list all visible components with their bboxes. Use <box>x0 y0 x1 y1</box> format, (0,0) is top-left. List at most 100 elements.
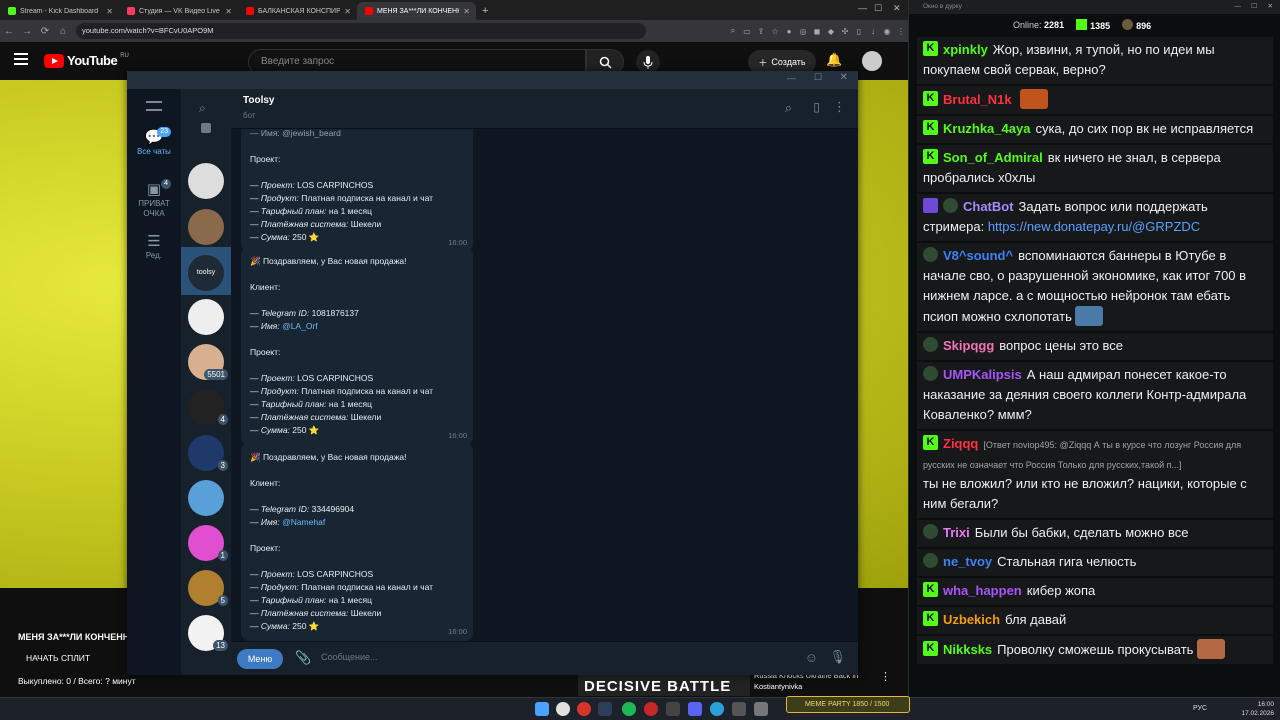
maximize-icon[interactable]: ☐ <box>814 72 822 83</box>
username[interactable]: xpinkly <box>943 42 988 57</box>
username[interactable]: wha_happen <box>943 583 1022 598</box>
new-tab-icon[interactable]: + <box>476 2 494 20</box>
username-link[interactable]: @Namehaf <box>282 517 325 527</box>
extension-icon[interactable]: ◎ <box>796 24 810 38</box>
chat-item-selected[interactable]: toolsy <box>181 247 231 295</box>
home-icon[interactable]: ⌂ <box>54 26 72 37</box>
sidebar-icon[interactable]: ▯ <box>852 24 866 38</box>
chat-message: ne_tvoy Стальная гига челюсть <box>917 549 1273 576</box>
download-icon[interactable]: ↓ <box>866 24 880 38</box>
message-text: ты не вложил? или кто не вложил? нацики,… <box>923 476 1247 511</box>
username[interactable]: Uzbekich <box>943 612 1000 627</box>
folder-0[interactable]: 💬 23 Все чаты <box>127 127 181 157</box>
spotify-icon[interactable] <box>622 702 636 716</box>
subscriber-badge-icon <box>923 366 938 381</box>
username[interactable]: Brutal_N1k <box>943 92 1012 107</box>
forward-icon[interactable]: → <box>18 26 36 37</box>
folder-badge: 23 <box>157 127 171 137</box>
browser-tab[interactable]: МЕНЯ ЗА***ЛИ КОНЧЕННЫЕ… ✕ <box>357 2 476 20</box>
youtube-logo[interactable]: YouTube RU <box>44 53 129 68</box>
message-input[interactable]: Сообщение... <box>321 652 377 662</box>
username[interactable]: V8^sound^ <box>943 248 1013 263</box>
more-options-icon[interactable]: ⋮ <box>880 670 891 683</box>
main-menu-icon[interactable] <box>146 101 162 111</box>
minimize-icon[interactable]: — <box>1235 0 1242 14</box>
bot-menu-button[interactable]: Меню <box>237 649 283 669</box>
folder-2[interactable]: ☰ Ред. <box>127 233 181 261</box>
close-tab-icon[interactable]: ✕ <box>463 7 470 16</box>
username[interactable]: Ziqqq <box>943 436 978 451</box>
zoom-icon[interactable]: ⌕ <box>726 24 740 38</box>
clock[interactable]: 16:00 17.02.2026 <box>1241 700 1274 718</box>
app-icon[interactable] <box>732 702 746 716</box>
close-icon[interactable]: ✕ <box>893 3 901 14</box>
app-icon[interactable] <box>644 702 658 716</box>
kick-badge-icon <box>923 120 938 135</box>
microphone-icon[interactable]: 🎙 <box>829 649 846 665</box>
microphone-icon <box>643 55 653 69</box>
username[interactable]: Nikksks <box>943 642 992 657</box>
minimize-icon[interactable]: — <box>858 3 867 13</box>
username[interactable]: Son_of_Admiral <box>943 150 1043 165</box>
telegram-icon[interactable] <box>710 702 724 716</box>
puzzle-icon[interactable]: ✣ <box>838 24 852 38</box>
cast-icon[interactable]: ▭ <box>740 24 754 38</box>
menu-kebab-icon[interactable]: ⋮ <box>894 24 908 38</box>
language-indicator[interactable]: РУС <box>1193 705 1207 712</box>
steam-icon[interactable] <box>598 702 612 716</box>
hamburger-menu-icon[interactable] <box>14 53 28 65</box>
attach-icon[interactable]: 📎 <box>295 650 311 666</box>
emoji-icon[interactable]: ☺ <box>805 650 818 665</box>
windows-start-icon[interactable] <box>535 702 549 716</box>
chat-message: Brutal_N1k <box>917 86 1273 114</box>
obs-icon[interactable] <box>666 702 680 716</box>
extension-icon[interactable]: ◼ <box>810 24 824 38</box>
username-link[interactable]: @LA_Orf <box>282 321 318 331</box>
username[interactable]: Skipqgg <box>943 338 994 353</box>
browser-tab[interactable]: Студия — VK Видео Live ✕ <box>119 2 238 20</box>
browser-tab[interactable]: БАЛКАНСКАЯ КОНСПИРОЛОГИ…✕ <box>238 2 357 20</box>
profile-icon[interactable]: ◉ <box>880 24 894 38</box>
extension-icon[interactable]: ◆ <box>824 24 838 38</box>
close-icon[interactable]: ✕ <box>840 72 848 83</box>
share-icon[interactable]: ⇪ <box>754 24 768 38</box>
close-tab-icon[interactable]: ✕ <box>106 7 113 16</box>
url-field[interactable]: youtube.com/watch?v=BFCvU0APO9M <box>76 23 646 39</box>
notifications-bell-icon[interactable]: 🔔 <box>826 52 842 68</box>
more-options-icon[interactable]: ⋮ <box>833 99 846 115</box>
video-title[interactable]: МЕНЯ ЗА***ЛИ КОНЧЕННЫ <box>18 632 138 642</box>
chat-bubble-icon: 💬 <box>144 129 164 146</box>
maximize-icon[interactable]: ☐ <box>1251 0 1257 14</box>
close-tab-icon[interactable]: ✕ <box>344 7 351 16</box>
discord-icon[interactable] <box>688 702 702 716</box>
chrome-icon[interactable] <box>556 702 570 716</box>
maximize-icon[interactable]: ☐ <box>874 3 882 14</box>
bookmark-star-icon[interactable]: ☆ <box>768 24 782 38</box>
minimize-icon[interactable]: — <box>787 73 796 83</box>
app-icon[interactable] <box>754 702 768 716</box>
folder-1[interactable]: ▣ 4 ПРИВАТ ОЧКА <box>127 179 181 219</box>
message-area: — Имя: @jewish_beard Проект: — Проект: LOS… <box>231 129 858 641</box>
extension-icon[interactable]: ● <box>782 24 796 38</box>
username[interactable]: ne_tvoy <box>943 554 992 569</box>
search-icon[interactable]: ⌕ <box>199 101 206 116</box>
reload-icon[interactable]: ⟳ <box>36 26 54 37</box>
telegram-id-line: — Telegram ID: 1081876137 <box>250 308 359 318</box>
folder-sidebar: 💬 23 Все чаты ▣ 4 ПРИВАТ ОЧКА ☰ Ред. <box>127 89 181 675</box>
username[interactable]: ChatBot <box>963 199 1014 214</box>
username[interactable]: Trixi <box>943 525 970 540</box>
back-icon[interactable]: ← <box>0 26 18 37</box>
recommended-thumbnail[interactable]: DECISIVE BATTLE <box>578 674 750 696</box>
donate-link[interactable]: https://new.donatepay.ru/@GRPZDC <box>988 219 1200 234</box>
username[interactable]: UMPKalipsis <box>943 367 1022 382</box>
app-icon[interactable] <box>577 702 591 716</box>
close-icon[interactable]: ✕ <box>1268 0 1273 14</box>
browser-tab[interactable]: Stream - Kick Dashboard ✕ <box>0 2 119 20</box>
close-tab-icon[interactable]: ✕ <box>225 7 232 16</box>
chat-name[interactable]: Toolsy <box>243 95 274 106</box>
username[interactable]: Kruzhka_4aya <box>943 121 1030 136</box>
avatar[interactable] <box>862 51 882 71</box>
sidebar-toggle-icon[interactable]: ▯ <box>813 100 820 114</box>
search-icon[interactable]: ⌕ <box>785 100 792 116</box>
sum-line: — Сумма: 250 ⭐ <box>250 621 320 631</box>
